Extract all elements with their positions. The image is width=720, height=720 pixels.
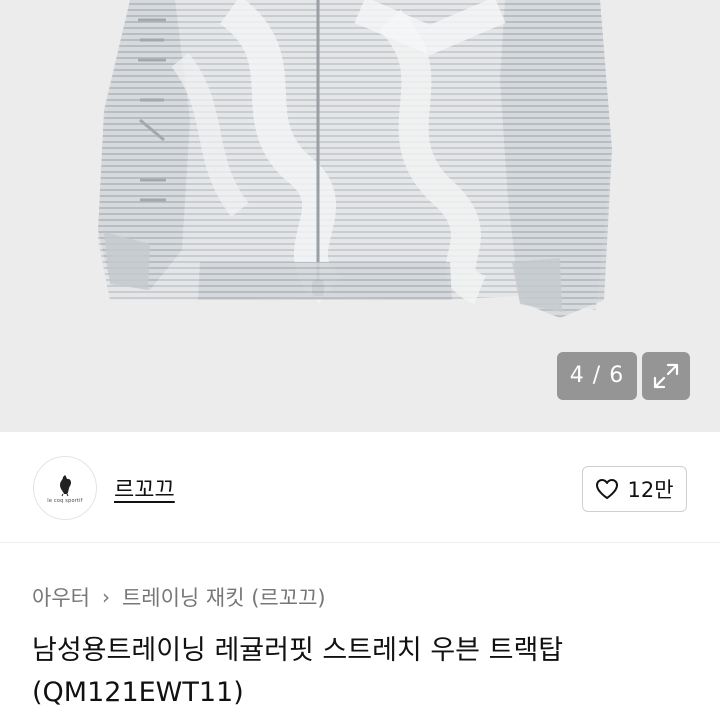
like-button[interactable]: 12만 (582, 466, 687, 512)
breadcrumb-item-training-jacket[interactable]: 트레이닝 재킷 (르꼬끄) (122, 582, 326, 612)
store-avatar[interactable]: le coq sportif (33, 456, 97, 520)
rooster-logo-icon (60, 474, 72, 496)
breadcrumb: 아우터 › 트레이닝 재킷 (르꼬끄) (32, 582, 326, 612)
expand-image-button[interactable] (642, 352, 690, 400)
store-logo-text: le coq sportif (47, 497, 83, 504)
product-title: 남성용트레이닝 레귤러핏 스트레치 우븐 트랙탑 (QM121EWT11) (32, 635, 564, 708)
store-name-link[interactable]: 르꼬끄 (114, 472, 175, 504)
heart-icon (596, 479, 619, 499)
product-page: 4 / 6 le coq sportif 르꼬끄 12만 아우터 › 트레이닝 … (0, 0, 720, 720)
section-divider (0, 542, 720, 543)
image-counter: 4 / 6 (557, 352, 637, 400)
store-row: le coq sportif 르꼬끄 12만 (0, 432, 720, 542)
expand-icon (653, 363, 679, 389)
product-image-gallery[interactable]: 4 / 6 (0, 0, 720, 432)
breadcrumb-item-outer[interactable]: 아우터 (32, 582, 90, 612)
chevron-right-icon: › (101, 585, 110, 609)
like-count: 12만 (627, 478, 674, 502)
